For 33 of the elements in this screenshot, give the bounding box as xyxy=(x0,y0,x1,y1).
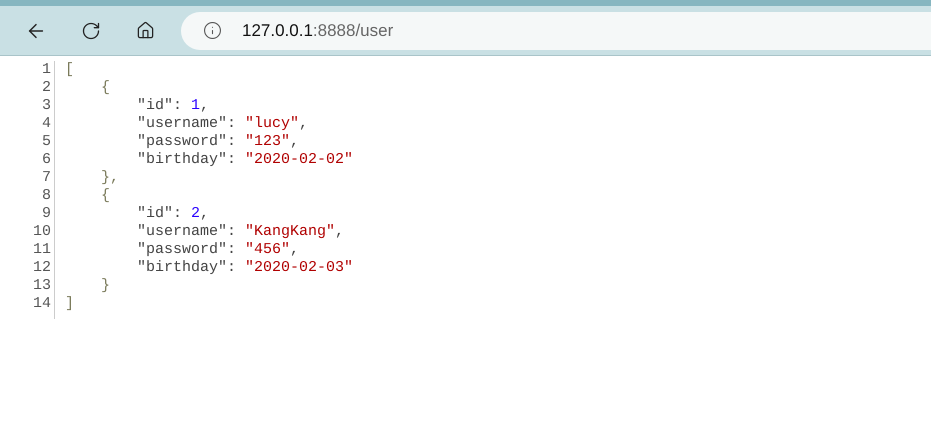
code-line: }, xyxy=(100,169,120,187)
code-line: } xyxy=(100,277,110,295)
code-line: [ xyxy=(65,61,74,79)
code-line: "id": 1, xyxy=(136,97,210,115)
code-line: "birthday": "2020-02-03" xyxy=(136,259,354,277)
code-line: "birthday": "2020-02-02" xyxy=(136,151,354,169)
line-number: 9 xyxy=(40,205,51,223)
line-number: 5 xyxy=(40,133,51,151)
line-number: 10 xyxy=(32,223,51,241)
home-icon[interactable] xyxy=(136,21,154,40)
code-line: "username": "lucy", xyxy=(136,115,308,133)
line-number: 13 xyxy=(32,277,51,295)
line-number: 1 xyxy=(40,61,51,79)
code-line: "password": "456", xyxy=(136,241,300,259)
line-number: 11 xyxy=(32,241,51,259)
code-line: "id": 2, xyxy=(136,205,210,223)
line-number: 8 xyxy=(40,187,51,205)
line-number: 3 xyxy=(40,97,51,115)
line-number: 7 xyxy=(40,169,51,187)
info-icon[interactable] xyxy=(203,21,222,40)
code-line: ] xyxy=(65,295,74,313)
address-bar[interactable]: 127.0.0.1:8888/user xyxy=(181,12,931,50)
code-line: { xyxy=(100,187,110,205)
code-line: "username": "KangKang", xyxy=(136,223,344,241)
line-number: 2 xyxy=(40,79,51,97)
reload-icon[interactable] xyxy=(81,20,101,40)
line-number: 14 xyxy=(32,295,51,313)
code-line: { xyxy=(100,79,110,97)
code-line: "password": "123", xyxy=(136,133,300,151)
url-text: 127.0.0.1:8888/user xyxy=(242,20,394,42)
line-number: 6 xyxy=(40,151,51,169)
line-number: 4 xyxy=(40,115,51,133)
line-number: 12 xyxy=(32,259,51,277)
